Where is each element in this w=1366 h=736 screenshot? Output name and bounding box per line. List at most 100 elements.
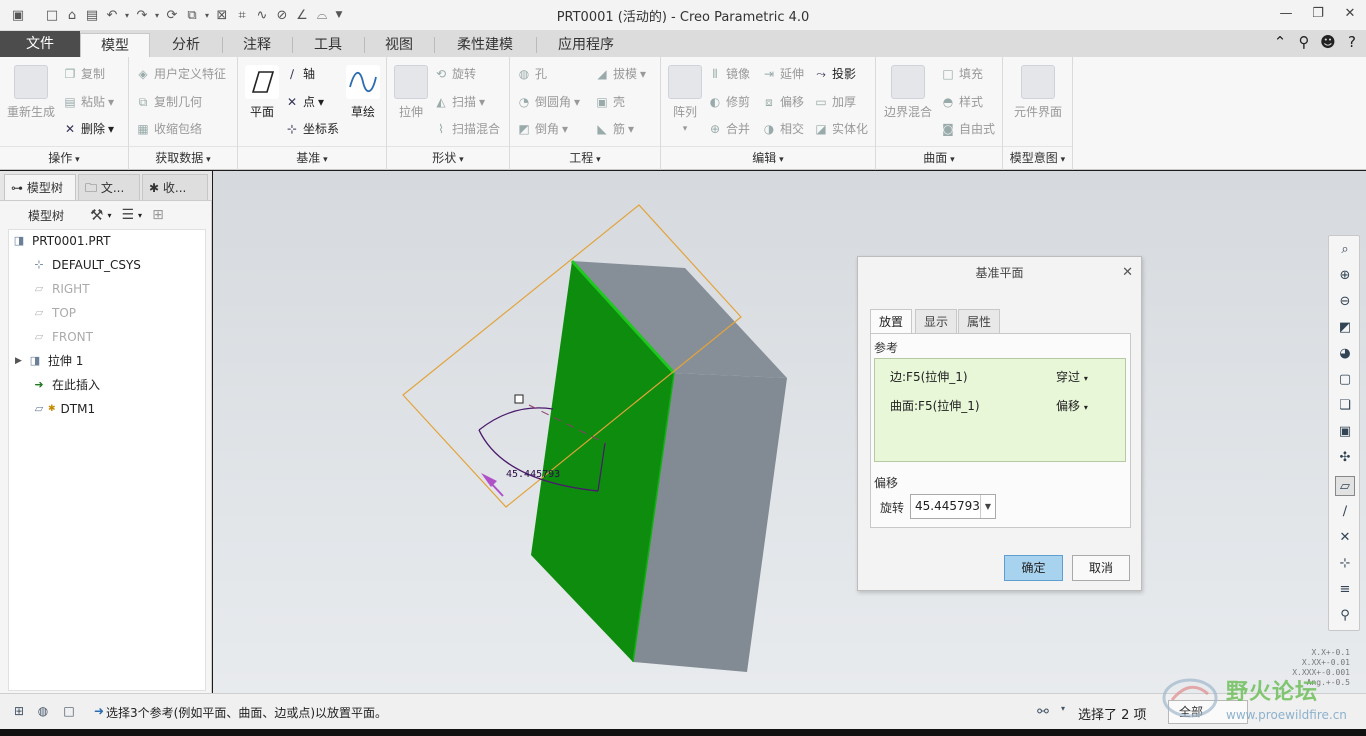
reference-surface[interactable]: 曲面:F5(拉伸_1)	[890, 397, 980, 414]
revolve-button[interactable]: ⟲ 旋转	[433, 65, 476, 82]
csys-button[interactable]: ⊹ 坐标系	[284, 120, 339, 137]
tab-analysis[interactable]: 分析	[150, 33, 222, 57]
filter-icon[interactable]: ⊞	[152, 207, 164, 223]
full-screen-icon[interactable]: □	[60, 704, 78, 720]
tree-item[interactable]: ⊹ DEFAULT_CSYS	[31, 254, 141, 276]
tab-favorites[interactable]: ✱ 收...	[142, 174, 208, 200]
style-button[interactable]: ◓ 样式	[940, 93, 983, 110]
fill-button[interactable]: □ 填充	[940, 65, 983, 82]
constraint-select[interactable]: 穿过 ▾	[1056, 368, 1088, 385]
tab-model[interactable]: 模型	[80, 33, 150, 57]
axis-display-icon[interactable]: ∕	[1335, 502, 1355, 522]
delete-button[interactable]: ✕ 删除 ▾	[62, 120, 114, 137]
constraint-select[interactable]: 偏移 ▾	[1056, 397, 1088, 414]
tab-display[interactable]: 显示	[915, 309, 958, 333]
tree-item[interactable]: ▱ ✱ DTM1	[31, 398, 95, 420]
perspective-icon[interactable]: ▣	[1335, 422, 1355, 442]
thicken-button[interactable]: ▭ 加厚	[813, 93, 856, 110]
component-interface-button[interactable]: 元件界面	[1009, 65, 1067, 120]
community-icon[interactable]: ☻	[1318, 33, 1338, 51]
pattern-button[interactable]: 阵列 ▾	[665, 65, 705, 134]
tree-item[interactable]: ➜ 在此插入	[31, 374, 100, 396]
shrinkwrap-button[interactable]: ▦ 收缩包络	[135, 120, 202, 137]
shell-button[interactable]: ▣ 壳	[594, 93, 625, 110]
group-shapes-title[interactable]: 形状	[387, 146, 509, 168]
rib-button[interactable]: ◣ 筋 ▾	[594, 120, 634, 137]
tab-placement[interactable]: 放置	[870, 309, 913, 334]
group-operations-title[interactable]: 操作	[0, 146, 128, 168]
show-list-dropdown-icon[interactable]: ▾	[138, 211, 142, 220]
view-manager-icon[interactable]: ❏	[1335, 396, 1355, 416]
tab-model-tree[interactable]: ⊶ 模型树	[4, 174, 76, 200]
paste-button[interactable]: ▤ 粘贴 ▾	[62, 93, 114, 110]
collapse-ribbon-icon[interactable]: ⌃	[1270, 33, 1290, 51]
sketch-button[interactable]: 草绘	[342, 65, 384, 120]
selection-filter[interactable]: 全部	[1168, 700, 1248, 724]
tree-item[interactable]: ▱ RIGHT	[31, 278, 90, 300]
udf-button[interactable]: ◈ 用户定义特征	[135, 65, 226, 82]
browser-icon[interactable]: ◍	[34, 704, 52, 720]
expand-arrow-icon[interactable]: ▶	[15, 350, 22, 372]
tab-view[interactable]: 视图	[364, 33, 434, 57]
group-get-data-title[interactable]: 获取数据	[129, 146, 237, 168]
search-icon[interactable]: ⚲	[1294, 33, 1314, 51]
copy-button[interactable]: ❐ 复制	[62, 65, 105, 82]
find-dropdown-icon[interactable]: ▾	[1054, 704, 1072, 720]
round-button[interactable]: ◔ 倒圆角 ▾	[516, 93, 580, 110]
maximize-button[interactable]: ❐	[1302, 0, 1334, 28]
mirror-button[interactable]: ⫴ 镜像	[707, 65, 750, 82]
zoom-in-icon[interactable]: ⊕	[1335, 266, 1355, 286]
project-button[interactable]: ⤳ 投影	[813, 65, 856, 82]
chamfer-button[interactable]: ◩ 倒角 ▾	[516, 120, 568, 137]
spin-center-icon[interactable]: ✣	[1335, 448, 1355, 468]
freestyle-button[interactable]: ◙ 自由式	[940, 120, 995, 137]
tab-tools[interactable]: 工具	[292, 33, 364, 57]
csys-display-icon[interactable]: ⊹	[1335, 554, 1355, 574]
annotation-display-icon[interactable]: ≡	[1335, 580, 1355, 600]
direction-arrow-icon[interactable]	[481, 473, 497, 487]
model-geometry[interactable]: 45.445793	[213, 171, 1366, 693]
rotation-input[interactable]: 45.445793 ▼	[910, 494, 996, 519]
plane-display-icon[interactable]: ▱	[1335, 476, 1355, 496]
point-display-icon[interactable]: ✕	[1335, 528, 1355, 548]
help-icon[interactable]: ?	[1342, 33, 1362, 51]
ok-button[interactable]: 确定	[1004, 555, 1063, 581]
sweep-button[interactable]: ◭ 扫描 ▾	[433, 93, 485, 110]
cancel-button[interactable]: 取消	[1072, 555, 1130, 581]
tab-annotate[interactable]: 注释	[222, 33, 292, 57]
minimize-button[interactable]: —	[1270, 0, 1302, 28]
swept-blend-button[interactable]: ⌇ 扫描混合	[433, 120, 500, 137]
solidify-button[interactable]: ◪ 实体化	[813, 120, 868, 137]
dialog-title[interactable]: 基准平面	[858, 257, 1141, 289]
refit-icon[interactable]: ⌕	[1335, 240, 1355, 260]
tab-flexible-modeling[interactable]: 柔性建模	[434, 33, 536, 57]
references-list[interactable]: 边:F5(拉伸_1) 穿过 ▾ 曲面:F5(拉伸_1) 偏移 ▾	[874, 358, 1126, 462]
draft-button[interactable]: ◢ 拔模 ▾	[594, 65, 646, 82]
tree-item[interactable]: ▶ ◨ 拉伸 1	[15, 350, 83, 372]
extend-button[interactable]: ⇥ 延伸	[761, 65, 804, 82]
tab-file[interactable]: 文件	[0, 31, 80, 57]
tree-settings-dropdown-icon[interactable]: ▾	[107, 211, 111, 220]
merge-button[interactable]: ⊕ 合并	[707, 120, 750, 137]
tab-properties[interactable]: 属性	[958, 309, 1001, 333]
zoom-out-icon[interactable]: ⊖	[1335, 292, 1355, 312]
display-style-icon[interactable]: ◕	[1335, 344, 1355, 364]
close-button[interactable]: ✕	[1334, 0, 1366, 28]
hole-button[interactable]: ◍ 孔	[516, 65, 547, 82]
intersect-button[interactable]: ◑ 相交	[761, 120, 804, 137]
regenerate-button[interactable]: 重新生成	[6, 65, 56, 120]
point-button[interactable]: ✕ 点 ▾	[284, 93, 324, 110]
axis-button[interactable]: ∕ 轴	[284, 65, 315, 82]
extrude-button[interactable]: 拉伸	[391, 65, 431, 120]
tree-settings-icon[interactable]: ⚒	[90, 206, 103, 224]
copy-geometry-button[interactable]: ⧉ 复制几何	[135, 93, 202, 110]
group-engineering-title[interactable]: 工程	[510, 146, 660, 168]
offset-button[interactable]: ⧈ 偏移	[761, 93, 804, 110]
trim-button[interactable]: ◐ 修剪	[707, 93, 750, 110]
group-model-intent-title[interactable]: 模型意图	[1003, 146, 1072, 168]
group-surfaces-title[interactable]: 曲面	[876, 146, 1002, 168]
spin-display-icon[interactable]: ⚲	[1335, 606, 1355, 626]
graphics-area[interactable]: 45.445793	[213, 171, 1366, 693]
dimension-label[interactable]: 45.445793	[506, 469, 560, 480]
show-list-icon[interactable]: ☰	[121, 207, 134, 223]
